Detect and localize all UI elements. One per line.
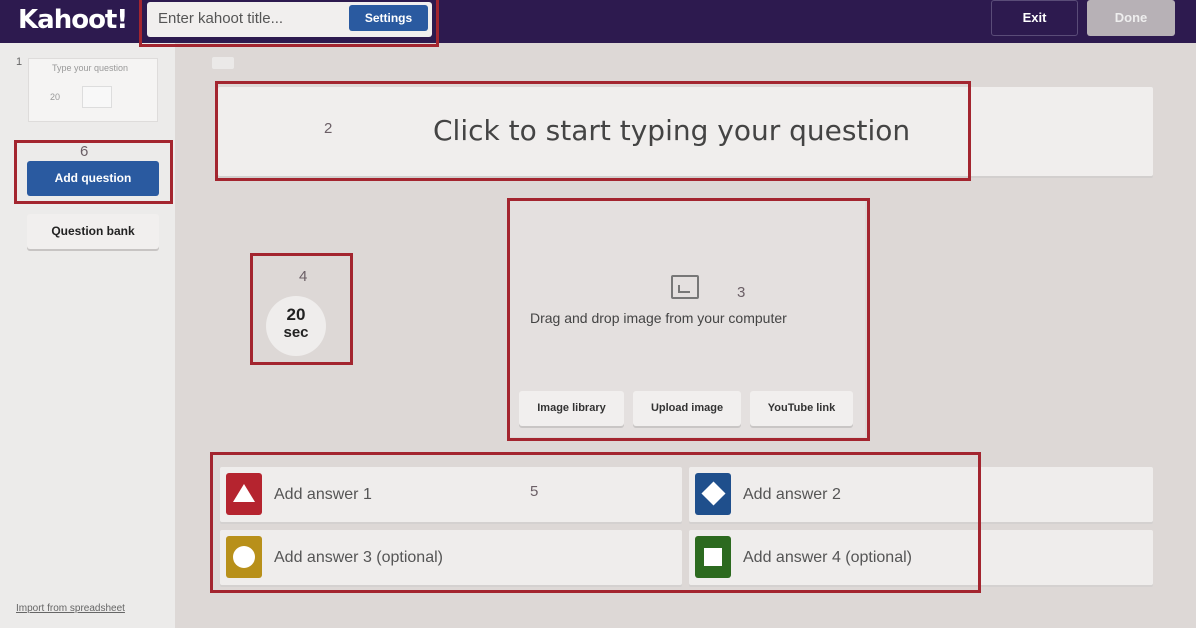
sidebar — [0, 43, 175, 628]
add-question-button[interactable]: Add question — [27, 161, 159, 196]
slide-thumbnail-time: 20 — [49, 92, 60, 102]
upload-image-button[interactable]: Upload image — [633, 391, 741, 426]
slide-thumbnail-image-icon — [82, 86, 112, 108]
import-spreadsheet-link[interactable]: Import from spreadsheet — [16, 603, 125, 614]
answer-1[interactable]: Add answer 1 — [220, 467, 682, 522]
annotation-number-5: 5 — [530, 483, 539, 500]
answer-3-label: Add answer 3 (optional) — [274, 549, 443, 566]
settings-button[interactable]: Settings — [349, 5, 428, 31]
question-bank-button[interactable]: Question bank — [27, 214, 159, 249]
exit-button[interactable]: Exit — [991, 0, 1078, 36]
annotation-number-3: 3 — [737, 284, 746, 301]
annotation-number-6: 6 — [80, 143, 89, 160]
answer-4-label: Add answer 4 (optional) — [743, 549, 912, 566]
slide-number: 1 — [16, 56, 23, 68]
annotation-number-2: 2 — [324, 120, 333, 137]
circle-icon — [226, 536, 262, 578]
answer-2[interactable]: Add answer 2 — [689, 467, 1153, 522]
kahoot-logo[interactable]: Kahoot! — [18, 5, 128, 35]
annotation-number-4: 4 — [299, 268, 308, 285]
triangle-icon — [226, 473, 262, 515]
image-icon — [671, 275, 699, 299]
timer-value: 20 — [286, 305, 306, 324]
drag-drop-text: Drag and drop image from your computer — [530, 310, 787, 326]
youtube-link-button[interactable]: YouTube link — [750, 391, 853, 426]
answer-2-label: Add answer 2 — [743, 486, 841, 503]
answer-3[interactable]: Add answer 3 (optional) — [220, 530, 682, 585]
question-placeholder[interactable]: Click to start typing your question — [433, 114, 910, 147]
slide-thumbnail-text: Type your question — [52, 63, 129, 73]
square-icon — [695, 536, 731, 578]
timer-unit: sec — [283, 324, 309, 341]
answer-1-label: Add answer 1 — [274, 486, 372, 503]
answer-4[interactable]: Add answer 4 (optional) — [689, 530, 1153, 585]
image-library-button[interactable]: Image library — [519, 391, 624, 426]
diamond-icon — [695, 473, 731, 515]
kahoot-title-input[interactable] — [158, 7, 338, 29]
done-button[interactable]: Done — [1087, 0, 1175, 36]
question-type-tab[interactable] — [212, 57, 234, 69]
